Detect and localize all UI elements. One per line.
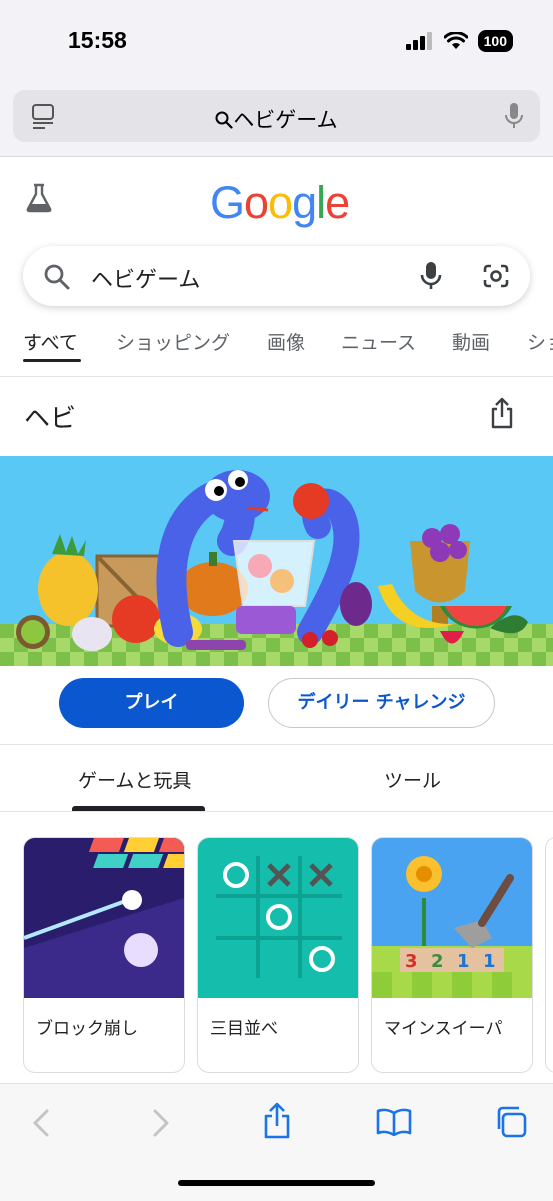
divider [0,811,553,812]
signal-icon [405,32,432,50]
card-label: 三目並べ [210,1019,278,1039]
status-bar: 15:58 100 [0,0,553,80]
share-icon[interactable] [262,1102,292,1140]
status-time: 15:58 [68,27,127,53]
tab-tools[interactable]: ツール [384,766,441,793]
address-bar[interactable]: ヘビゲーム [13,90,540,142]
home-indicator [178,1180,375,1186]
tab-images[interactable]: 画像 [267,328,305,355]
logo-letter: G [210,177,245,228]
play-button[interactable]: プレイ [59,678,244,728]
tictactoe-thumbnail [198,838,358,998]
game-card-partial[interactable] [545,837,553,1073]
snake-illustration [0,470,553,666]
search-input[interactable]: ヘビゲーム [91,262,200,294]
address-query: ヘビゲーム [233,108,338,132]
logo-letter: e [325,177,350,228]
game-card-minesweeper[interactable]: 3 2 1 1 マインスイーパ [371,837,533,1073]
search-icon [44,264,70,290]
divider [0,744,553,745]
tabs-icon[interactable] [494,1105,528,1139]
bookmarks-icon[interactable] [376,1108,412,1136]
mine-number-3: 3 [405,951,418,972]
logo-letter: o [268,177,293,228]
snake-title: ヘビ [24,404,77,434]
google-logo[interactable]: Google [210,177,350,229]
mine-number-2: 2 [431,951,444,972]
voice-search-icon[interactable] [420,261,442,291]
tab-more-cut[interactable]: ショ [527,328,553,355]
microphone-icon[interactable] [504,102,524,130]
game-card-breakout[interactable]: ブロック崩し [23,837,185,1073]
search-nav-tabs: すべて ショッピング 画像 ニュース 動画 ショ [0,320,553,377]
mine-number-1b: 1 [483,951,496,972]
battery-icon: 100 [477,30,513,52]
tab-shopping[interactable]: ショッピング [116,328,230,355]
labs-flask-icon[interactable] [25,183,53,213]
forward-icon[interactable] [150,1108,172,1138]
snake-game-banner[interactable] [0,456,553,666]
mine-number-1: 1 [457,951,470,972]
camera-search-icon[interactable] [482,263,510,289]
daily-challenge-button[interactable]: デイリー チャレンジ [268,678,495,728]
tab-all[interactable]: すべて [23,328,78,355]
address-text[interactable]: ヘビゲーム [13,104,540,134]
wifi-icon [443,32,468,49]
breakout-thumbnail [24,838,184,998]
card-label: マインスイーパ [384,1019,503,1039]
tab-videos[interactable]: 動画 [452,328,490,355]
minesweeper-thumbnail: 3 2 1 1 [372,838,532,998]
google-header: Google [0,157,553,247]
address-bar-area: ヘビゲーム [0,80,553,157]
card-label: ブロック崩し [36,1019,138,1039]
status-icons: 100 [405,30,513,52]
google-search-box[interactable]: ヘビゲーム [23,246,530,306]
back-icon[interactable] [30,1108,52,1138]
logo-letter: o [244,177,269,228]
logo-letter: g [292,177,317,228]
share-icon[interactable] [489,397,515,429]
tab-news[interactable]: ニュース [341,328,416,355]
game-card-tictactoe[interactable]: 三目並べ [197,837,359,1073]
search-icon [215,111,233,129]
logo-letter: l [316,177,326,228]
tab-games-and-toys[interactable]: ゲームと玩具 [78,766,191,793]
active-tab-underline [23,359,81,362]
